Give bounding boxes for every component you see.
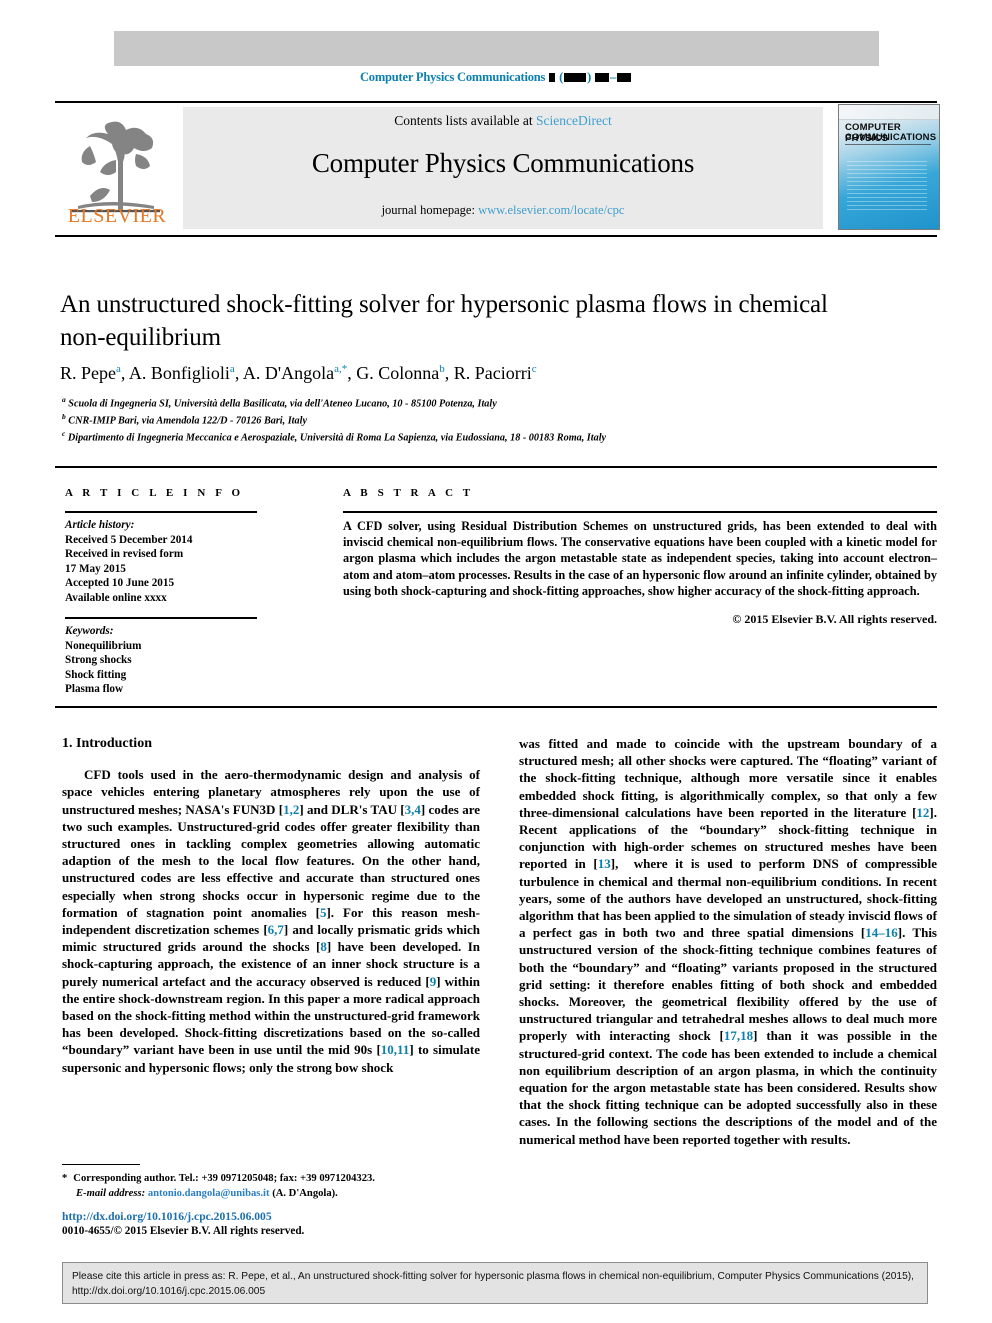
masthead-top-rule (55, 101, 937, 104)
body-column-right: was fitted and made to coincide with the… (519, 735, 937, 1148)
footnote-block: * Corresponding author. Tel.: +39 0971205… (62, 1172, 482, 1201)
cover-subtitle-texture (845, 144, 931, 147)
article-info-heading: A R T I C L E I N F O (65, 487, 244, 499)
paren-open: ( (559, 70, 564, 84)
info-section-bottom-rule (55, 706, 937, 708)
issn-copyright-line: 0010-4655/© 2015 Elsevier B.V. All right… (62, 1225, 305, 1237)
article-info-rule-1 (65, 511, 257, 513)
article-history-block: Article history: Received 5 December 201… (65, 518, 265, 606)
contents-label: Contents lists available at (394, 113, 536, 128)
intro-paragraph-left: CFD tools used in the aero-thermodynamic… (62, 767, 481, 1075)
affiliation-a-mark: a (62, 395, 66, 404)
email-link[interactable]: antonio.dangola@unibas.it (148, 1188, 270, 1199)
contents-line: Contents lists available at ScienceDirec… (183, 113, 823, 129)
paper-page: ARTICLE IN PRESS Computer Physics Commun… (0, 0, 992, 1323)
article-history-label: Article history: (65, 519, 135, 531)
history-item-0: Received 5 December 2014 (65, 533, 193, 546)
journal-cover-thumbnail: COMPUTER PHYSICS COMMUNICATIONS (838, 104, 940, 230)
email-note: E-mail address: antonio.dangola@unibas.i… (62, 1187, 482, 1202)
author-3: G. Colonnab (356, 363, 445, 383)
author-1: A. Bonfigliolia (129, 363, 235, 383)
body-column-left: 1. Introduction CFD tools used in the ae… (62, 735, 480, 1076)
affiliation-c: c Dipartimento di Ingegneria Meccanica e… (62, 426, 942, 446)
corresponding-author-note: * Corresponding author. Tel.: +39 0971205… (62, 1172, 482, 1187)
abstract-rule (343, 511, 937, 513)
abstract-heading: A B S T R A C T (343, 487, 474, 499)
affiliation-c-mark: c (62, 429, 66, 438)
elsevier-wordmark: ELSEVIER (67, 205, 167, 227)
abstract-text: A CFD solver, using Residual Distributio… (343, 519, 937, 598)
keyword-1: Strong shocks (65, 654, 132, 667)
placeholder-page-start-block (594, 72, 609, 82)
article-info-rule-2 (65, 617, 257, 619)
intro-paragraph-right: was fitted and made to coincide with the… (519, 736, 938, 1147)
placeholder-volume-block (549, 72, 556, 82)
page-title: An unstructured shock-fitting solver for… (60, 291, 828, 351)
author-4: R. Paciorric (454, 363, 537, 383)
email-label: E-mail address: (76, 1187, 146, 1199)
cover-header-strip (839, 105, 939, 120)
copyright-line: © 2015 Elsevier B.V. All rights reserved… (732, 612, 937, 626)
history-item-1: Received in revised form (65, 548, 184, 561)
affiliation-c-text: Dipartimento di Ingegneria Meccanica e A… (67, 432, 607, 444)
journal-reference-prefix: Computer Physics Communications (359, 70, 546, 84)
author-2-mark: a,* (334, 363, 348, 375)
cover-body-texture (847, 161, 927, 211)
section-heading-introduction: 1. Introduction (62, 736, 152, 751)
keyword-2: Shock fitting (65, 668, 127, 681)
author-2-name: A. D'Angola (242, 363, 335, 383)
paren-close: ) (587, 70, 592, 84)
history-item-3: Accepted 10 June 2015 (65, 577, 175, 590)
cover-title-line-2: COMMUNICATIONS (845, 132, 937, 143)
placeholder-year-block (564, 72, 587, 82)
author-0-name: R. Pepe (60, 363, 116, 383)
keyword-0: Nonequilibrium (65, 639, 142, 652)
history-item-4: Available online xxxx (65, 591, 167, 604)
keywords-block: Keywords: Nonequilibrium Strong shocks S… (65, 624, 265, 697)
author-3-mark: b (439, 363, 445, 375)
article-in-press-band (114, 31, 879, 66)
author-0-mark: a (116, 363, 121, 375)
footnote-rule (62, 1164, 140, 1166)
corresponding-author-text: Corresponding author. Tel.: +39 09712050… (73, 1173, 375, 1184)
journal-reference-line: Computer Physics Communications () – (0, 70, 992, 85)
author-4-mark: c (531, 363, 537, 375)
keyword-3: Plasma flow (65, 683, 124, 696)
email-suffix: (A. D'Angola). (272, 1187, 338, 1199)
placeholder-page-end-block (617, 72, 632, 82)
page-dash: – (609, 70, 617, 84)
author-4-name: R. Paciorri (453, 363, 532, 383)
author-0: R. Pepea (60, 363, 121, 383)
author-list: R. Pepea, A. Bonfigliolia, A. D'Angolaa,… (60, 363, 537, 383)
author-1-name: A. Bonfiglioli (128, 363, 230, 383)
sciencedirect-link[interactable]: ScienceDirect (536, 113, 612, 128)
article-in-press-label: ARTICLE IN PRESS (336, 1, 656, 34)
affiliation-b-text: CNR-IMIP Bari, via Amendola 122/D - 7012… (68, 415, 307, 427)
affiliation-a-text: Scuola di Ingegneria SI, Università dell… (68, 398, 497, 410)
homepage-label: journal homepage: (381, 203, 479, 217)
affiliation-b-mark: b (62, 412, 66, 421)
info-section-top-rule (55, 466, 937, 468)
homepage-url-link[interactable]: www.elsevier.com/locate/cpc (478, 203, 624, 217)
journal-title: Computer Physics Communications (311, 148, 695, 178)
corresponding-author-star: * (62, 1173, 68, 1184)
author-3-name: G. Colonna (356, 363, 440, 383)
author-1-mark: a (229, 363, 235, 375)
author-2: A. D'Angolaa,* (243, 363, 347, 383)
masthead-bottom-rule (55, 235, 937, 238)
history-item-2: 17 May 2015 (65, 562, 126, 575)
cite-this-article-text: Please cite this article in press as: R.… (72, 1271, 914, 1297)
doi-link[interactable]: http://dx.doi.org/10.1016/j.cpc.2015.06.… (62, 1210, 492, 1225)
keywords-label: Keywords: (65, 625, 114, 637)
journal-homepage-line: journal homepage: www.elsevier.com/locat… (183, 203, 823, 218)
